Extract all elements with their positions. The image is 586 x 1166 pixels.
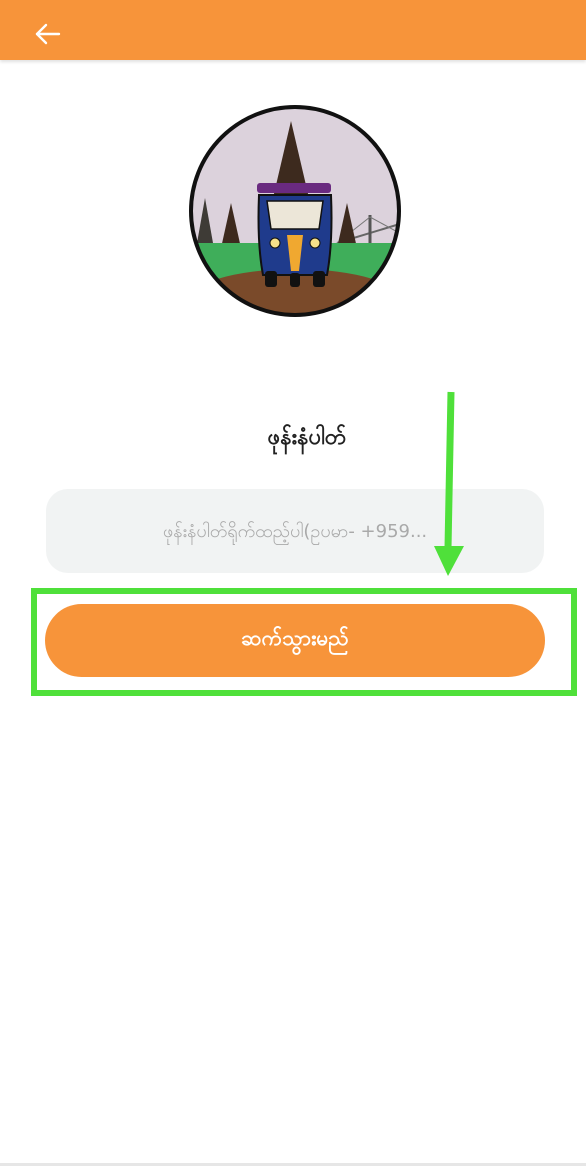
tuk-tuk-temple-logo [189,105,401,317]
app-bar [0,0,586,60]
back-button[interactable] [26,14,70,54]
app-logo [187,103,403,319]
phone-label: ဖုန်းနံပါတ် [267,425,347,450]
arrow-down-icon [434,391,464,576]
arrow-left-icon [35,23,61,45]
continue-button[interactable]: ဆက်သွားမည် [45,604,545,677]
